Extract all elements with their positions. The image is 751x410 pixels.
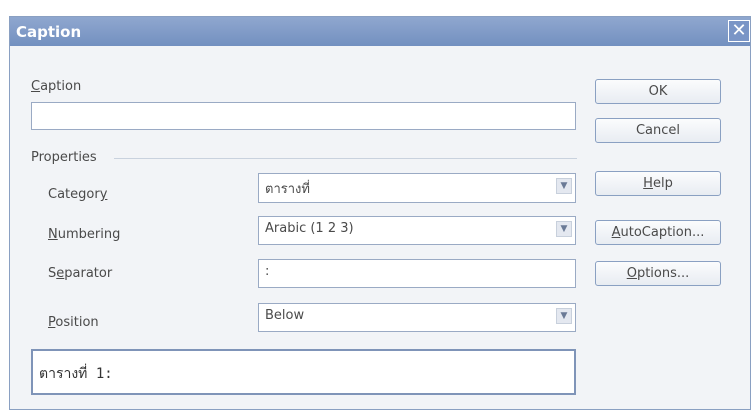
chevron-down-icon[interactable]: ▼ [556,308,572,324]
category-select[interactable]: ตารางที่ ▼ [258,173,576,203]
autocaption-button[interactable]: AutoCaption... [595,220,721,245]
caption-label: Caption [31,79,82,94]
title-bar[interactable]: Caption ✕ [10,17,750,46]
ok-button[interactable]: OK [595,79,721,104]
numbering-value: Arabic (1 2 3) [265,221,354,236]
window-title: Caption [16,23,82,41]
position-value: Below [265,308,305,323]
chevron-down-icon[interactable]: ▼ [556,178,572,194]
separator-label: Separator [48,266,113,281]
numbering-select[interactable]: Arabic (1 2 3) ▼ [258,216,576,245]
chevron-down-icon[interactable]: ▼ [556,221,572,237]
close-icon[interactable]: ✕ [728,20,750,42]
caption-dialog: Caption ✕ Caption Properties Category ตา… [9,16,751,410]
caption-preview: ตารางที่ 1: [31,349,576,395]
separator-input[interactable]: : [258,259,576,288]
position-select[interactable]: Below ▼ [258,303,576,332]
properties-divider [114,158,577,159]
options-button[interactable]: Options... [595,261,721,286]
position-label: Position [48,315,99,330]
category-value: ตารางที่ [265,182,310,197]
numbering-label: Numbering [48,227,121,242]
category-label: Category [48,187,108,202]
caption-input[interactable] [31,102,576,130]
cancel-button[interactable]: Cancel [595,118,721,143]
help-button[interactable]: Help [595,171,721,196]
properties-label: Properties [31,150,97,165]
